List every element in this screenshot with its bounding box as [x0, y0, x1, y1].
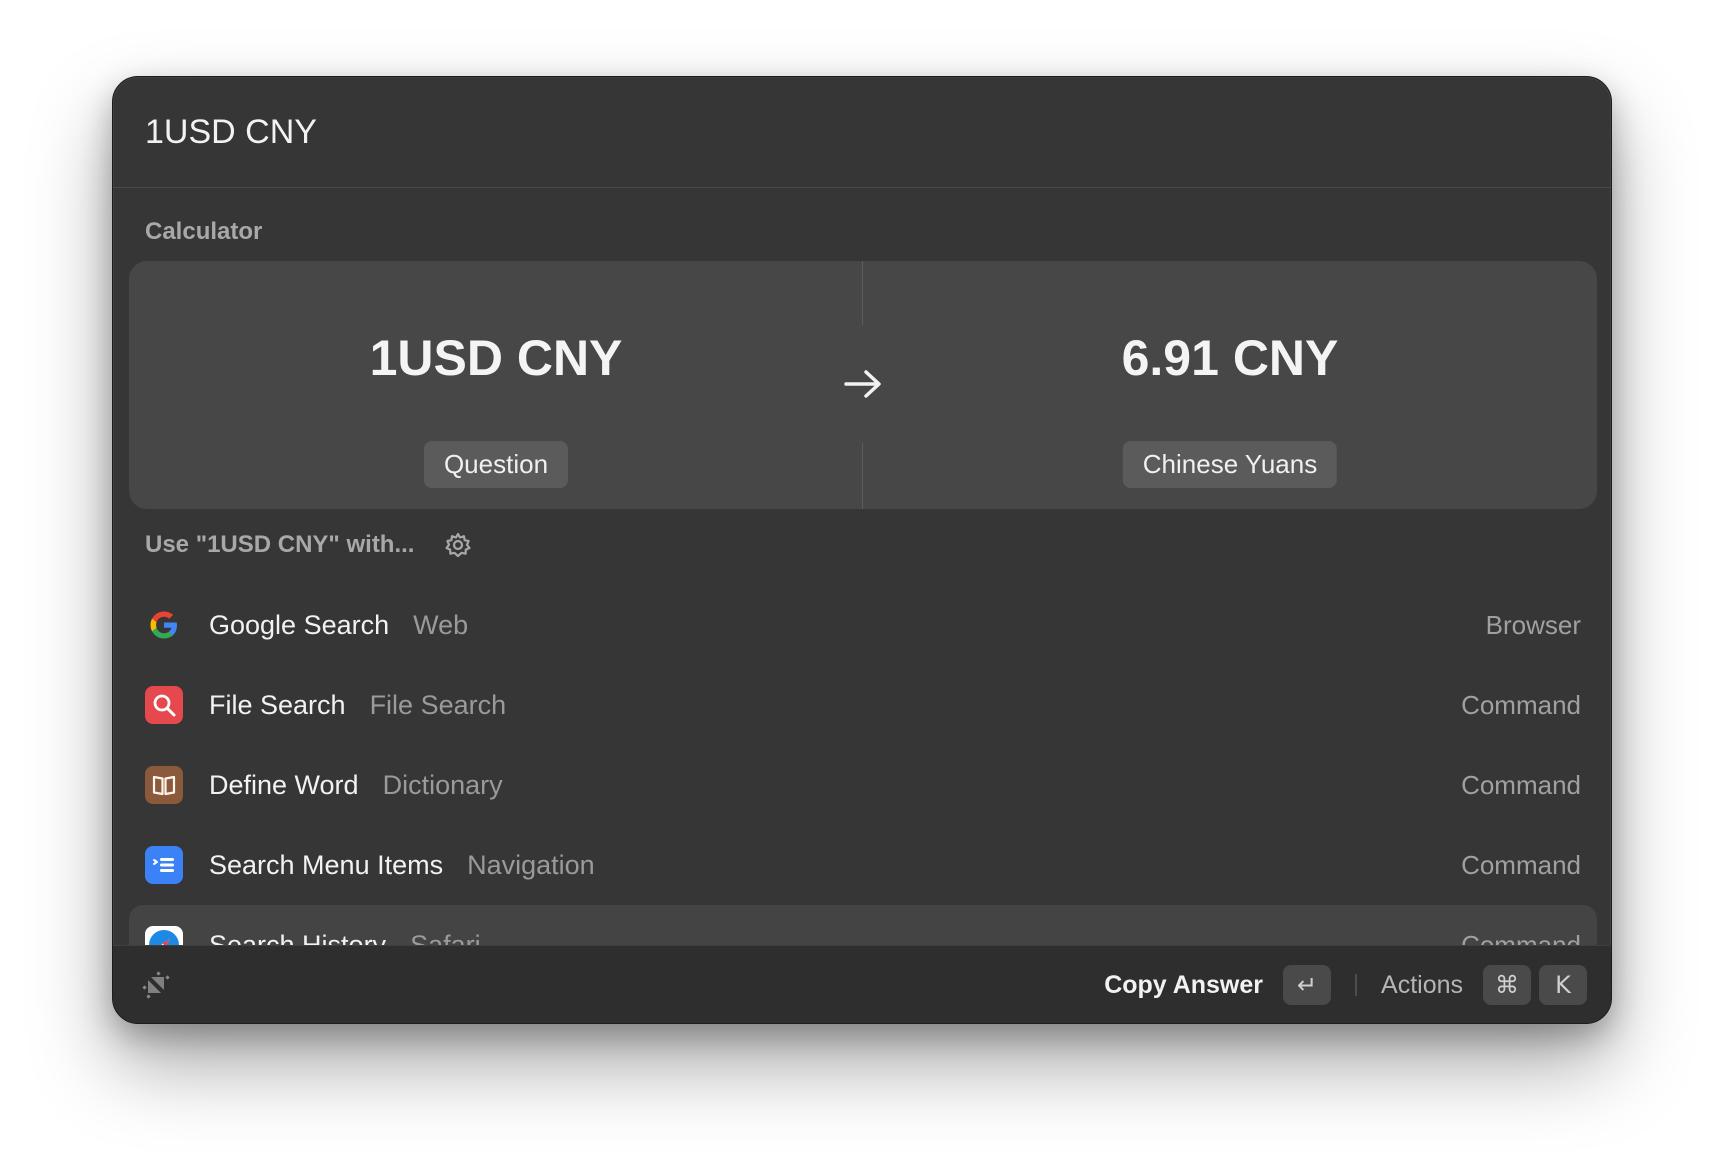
gear-icon[interactable] — [444, 531, 472, 559]
use-with-header: Use "1USD CNY" with... — [145, 531, 472, 559]
item-title: Google Search — [209, 609, 390, 640]
action-footer: Copy Answer ↵ Actions ⌘ K — [113, 945, 1611, 1023]
actions-button[interactable]: Actions — [1381, 971, 1463, 1000]
calculator-section-label: Calculator — [145, 218, 263, 245]
item-subtitle: Navigation — [467, 849, 595, 880]
results-list: Google Search Web Browser File Search Fi… — [129, 585, 1597, 985]
item-subtitle: File Search — [369, 689, 507, 720]
question-value: 1USD CNY — [369, 330, 623, 386]
book-icon — [145, 766, 183, 804]
item-type: Browser — [1485, 609, 1581, 640]
use-with-label: Use "1USD CNY" with... — [145, 531, 415, 558]
item-type: Command — [1461, 689, 1581, 720]
raycast-logo-icon — [142, 971, 170, 999]
calculator-card[interactable]: 1USD CNY Question 6.91 CNY Chinese Yuans — [129, 261, 1597, 509]
copy-answer-button[interactable]: Copy Answer — [1104, 971, 1263, 1000]
item-type: Command — [1461, 849, 1581, 880]
search-input[interactable] — [145, 112, 1545, 152]
item-type: Command — [1461, 769, 1581, 800]
calculator-question: 1USD CNY Question — [129, 261, 863, 509]
footer-divider — [1355, 974, 1358, 996]
calculator-answer: 6.91 CNY Chinese Yuans — [863, 261, 1597, 509]
google-icon — [145, 606, 183, 644]
magnifier-icon — [145, 686, 183, 724]
footer-actions: Copy Answer ↵ Actions ⌘ K — [1104, 946, 1587, 1023]
k-key: K — [1539, 965, 1587, 1005]
search-bar — [113, 77, 1611, 188]
answer-label: Chinese Yuans — [1122, 441, 1338, 488]
return-key-icon: ↵ — [1283, 965, 1332, 1005]
item-title: Search Menu Items — [209, 849, 444, 880]
launcher-window: Calculator 1USD CNY Question 6.91 CNY Ch… — [112, 76, 1612, 1024]
list-item[interactable]: Search Menu Items Navigation Command — [129, 825, 1597, 905]
menu-list-icon — [145, 846, 183, 884]
item-subtitle: Dictionary — [382, 769, 503, 800]
item-title: File Search — [209, 689, 346, 720]
item-subtitle: Web — [413, 609, 469, 640]
list-item[interactable]: File Search File Search Command — [129, 665, 1597, 745]
question-label: Question — [423, 441, 569, 488]
command-key-icon: ⌘ — [1483, 965, 1531, 1005]
list-item[interactable]: Define Word Dictionary Command — [129, 745, 1597, 825]
list-item[interactable]: Google Search Web Browser — [129, 585, 1597, 665]
answer-value: 6.91 CNY — [1121, 330, 1339, 386]
item-title: Define Word — [209, 769, 359, 800]
